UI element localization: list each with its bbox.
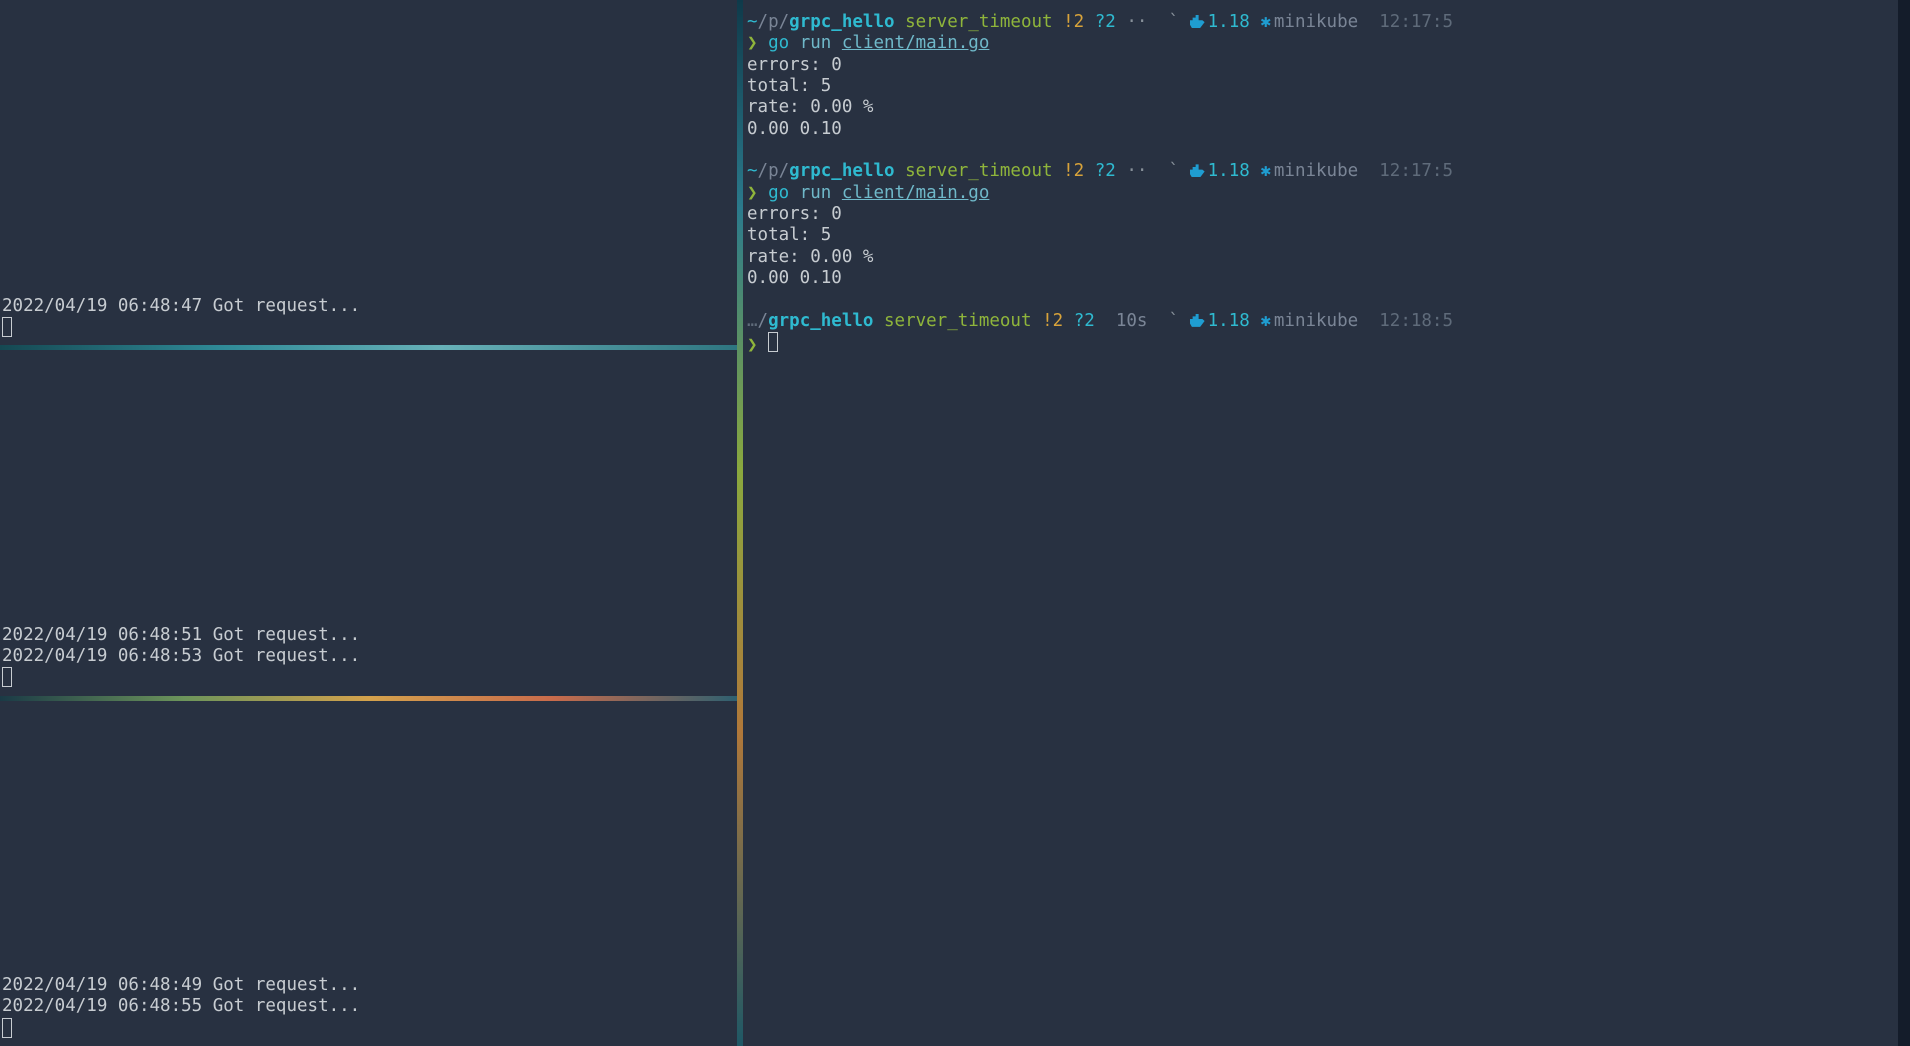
output-line: errors: 0 — [747, 204, 842, 224]
cwd-dir: grpc_hello — [789, 161, 894, 181]
right-column-wrap: ~/p/grpc_hello server_timeout !2 ?2 ·· `… — [743, 0, 1910, 1046]
git-staged: !2 — [1063, 12, 1084, 32]
path-slash: / — [758, 311, 769, 331]
git-untracked: ?2 — [1095, 161, 1116, 181]
prompt-symbol: ❯ — [747, 183, 758, 203]
log-line: 2022/04/19 06:48:55 Got request... — [2, 996, 735, 1017]
prompt-tick: ` — [1169, 12, 1180, 32]
git-untracked: ?2 — [1074, 311, 1095, 331]
git-branch: server_timeout — [884, 311, 1032, 331]
server-pane-2[interactable]: 2022/04/19 06:48:51 Got request... 2022/… — [0, 350, 737, 695]
output-line: errors: 0 — [747, 55, 842, 75]
output-line: rate: 0.00 % — [747, 247, 873, 267]
path-ellipsis: … — [747, 311, 758, 331]
terminal-line: ❯ go run client/main.go — [747, 183, 1894, 204]
terminal-line: …/grpc_hello server_timeout !2 ?2 10s ` … — [747, 311, 1894, 332]
docker-icon — [1190, 311, 1208, 331]
terminal-line — [747, 289, 1894, 310]
home-tilde: ~ — [747, 12, 758, 32]
cursor-row — [2, 317, 735, 341]
cmd-go: go — [768, 33, 789, 53]
cmd-path: client/main.go — [842, 183, 990, 203]
prompt-time: 12:18:5 — [1379, 311, 1453, 331]
terminal-line: total: 5 — [747, 225, 1894, 246]
prompt-time: 12:17:5 — [1379, 12, 1453, 32]
prompt-dots: ·· — [1126, 12, 1147, 32]
home-tilde: ~ — [747, 161, 758, 181]
kube-icon — [1260, 311, 1274, 331]
kube-context: minikube — [1274, 161, 1358, 181]
block-cursor — [2, 1018, 12, 1038]
terminal-line: ~/p/grpc_hello server_timeout !2 ?2 ·· `… — [747, 161, 1894, 182]
cmd-sub: run — [800, 183, 832, 203]
cmd-sub: run — [800, 33, 832, 53]
client-pane[interactable]: ~/p/grpc_hello server_timeout !2 ?2 ·· `… — [743, 0, 1898, 1046]
prompt-symbol: ❯ — [747, 335, 758, 355]
log-line: 2022/04/19 06:48:47 Got request... — [2, 296, 735, 317]
right-column: ~/p/grpc_hello server_timeout !2 ?2 ·· `… — [743, 0, 1898, 1046]
docker-version: 1.18 — [1208, 311, 1250, 331]
git-untracked: ?2 — [1095, 12, 1116, 32]
kube-icon — [1260, 12, 1274, 32]
git-branch: server_timeout — [905, 12, 1053, 32]
cursor-row — [2, 667, 735, 691]
output-line: 0.00 0.10 — [747, 119, 842, 139]
terminal-line: errors: 0 — [747, 204, 1894, 225]
terminal-line: rate: 0.00 % — [747, 247, 1894, 268]
docker-version: 1.18 — [1208, 12, 1250, 32]
terminal-line — [747, 140, 1894, 161]
output-line: 0.00 0.10 — [747, 268, 842, 288]
server-pane-3[interactable]: 2022/04/19 06:48:49 Got request... 2022/… — [0, 701, 737, 1046]
prompt-symbol: ❯ — [747, 33, 758, 53]
docker-version: 1.18 — [1208, 161, 1250, 181]
prompt-tick: ` — [1169, 161, 1180, 181]
git-staged: !2 — [1042, 311, 1063, 331]
git-branch: server_timeout — [905, 161, 1053, 181]
block-cursor — [2, 317, 12, 337]
prompt-tick: ` — [1169, 311, 1180, 331]
terminal-line: 0.00 0.10 — [747, 268, 1894, 289]
kube-context: minikube — [1274, 12, 1358, 32]
block-cursor — [2, 667, 12, 687]
output-line: total: 5 — [747, 225, 831, 245]
path-segment: /p/ — [758, 161, 790, 181]
left-column: 2022/04/19 06:48:47 Got request... 2022/… — [0, 0, 737, 1046]
cursor-row — [2, 1018, 735, 1042]
log-line: 2022/04/19 06:48:51 Got request... — [2, 625, 735, 646]
cmd-duration: 10s — [1116, 311, 1148, 331]
server-pane-1[interactable]: 2022/04/19 06:48:47 Got request... — [0, 0, 737, 345]
terminal-line: 0.00 0.10 — [747, 119, 1894, 140]
kube-icon — [1260, 161, 1274, 181]
terminal-line: ❯ — [747, 332, 1894, 356]
docker-icon — [1190, 161, 1208, 181]
scrollbar[interactable] — [1898, 0, 1910, 1046]
terminal-line: ~/p/grpc_hello server_timeout !2 ?2 ·· `… — [747, 12, 1894, 33]
cwd-dir: grpc_hello — [768, 311, 873, 331]
docker-icon — [1190, 12, 1208, 32]
terminal-line: rate: 0.00 % — [747, 97, 1894, 118]
prompt-time: 12:17:5 — [1379, 161, 1453, 181]
log-line: 2022/04/19 06:48:49 Got request... — [2, 975, 735, 996]
output-line: rate: 0.00 % — [747, 97, 873, 117]
cmd-path: client/main.go — [842, 33, 990, 53]
cmd-go: go — [768, 183, 789, 203]
block-cursor — [768, 332, 778, 352]
terminal-line: errors: 0 — [747, 55, 1894, 76]
terminal-line: ❯ go run client/main.go — [747, 33, 1894, 54]
prompt-dots: ·· — [1126, 161, 1147, 181]
output-line: total: 5 — [747, 76, 831, 96]
git-staged: !2 — [1063, 161, 1084, 181]
path-segment: /p/ — [758, 12, 790, 32]
terminal-line: total: 5 — [747, 76, 1894, 97]
log-line: 2022/04/19 06:48:53 Got request... — [2, 646, 735, 667]
cwd-dir: grpc_hello — [789, 12, 894, 32]
tmux-screen: 2022/04/19 06:48:47 Got request... 2022/… — [0, 0, 1910, 1046]
kube-context: minikube — [1274, 311, 1358, 331]
